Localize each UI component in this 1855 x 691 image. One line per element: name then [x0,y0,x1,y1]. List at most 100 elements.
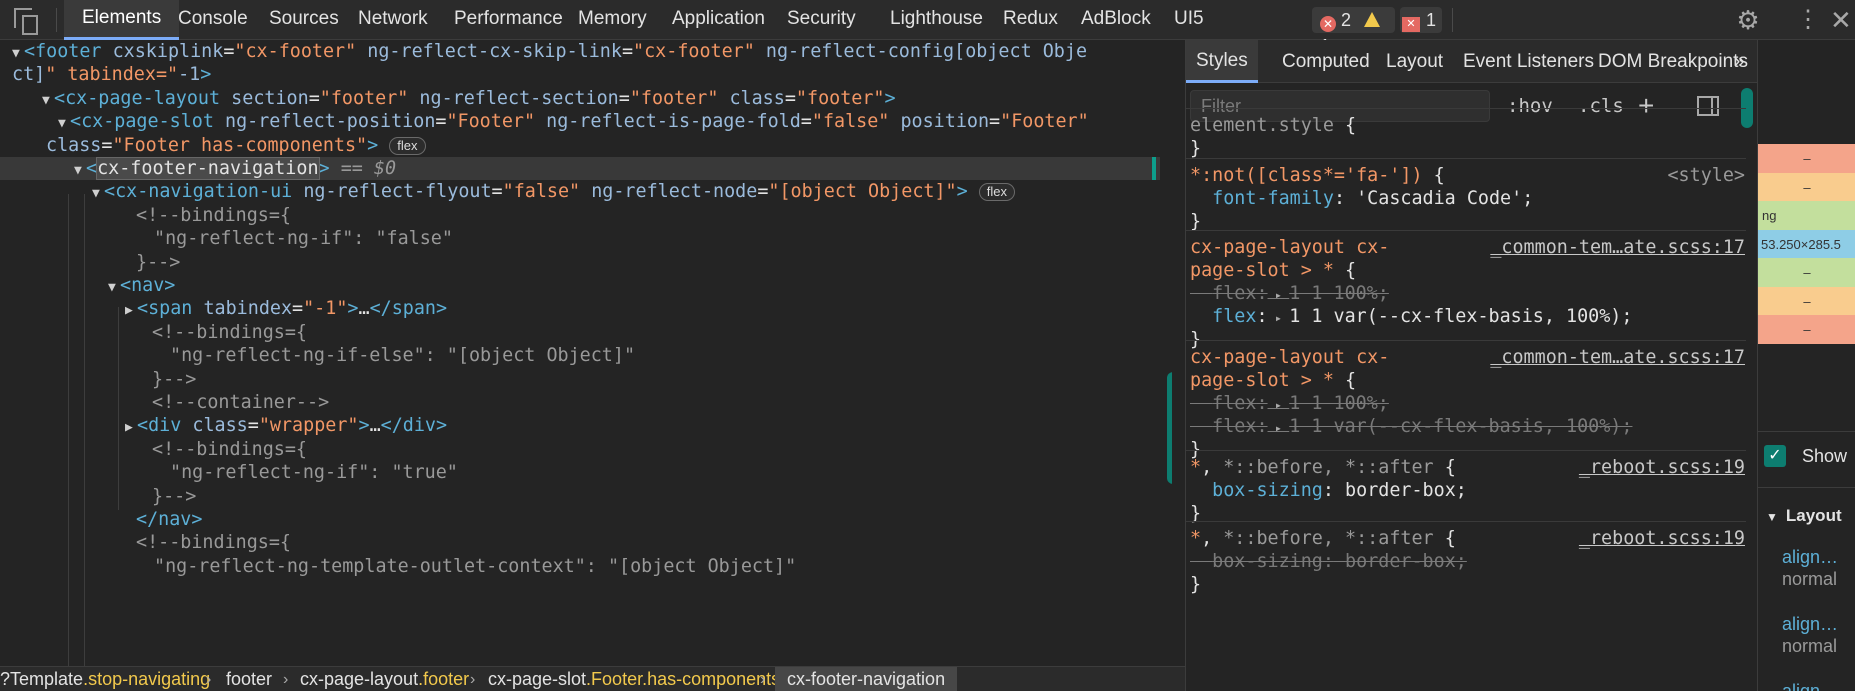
breadcrumb-item[interactable]: cx-page-slot.Footer.has-components [488,667,780,691]
tab-application[interactable]: Application [672,0,765,40]
dom-node-line[interactable]: ▶<span tabindex="-1">…</span><span tabin… [0,297,1160,320]
console-counts-badge[interactable]: ✕2 1 [1312,7,1395,56]
tab-network[interactable]: Network [358,0,428,40]
expand-toggle-icon[interactable]: ▼ [74,159,86,182]
settings-gear-icon[interactable]: ⚙ [1734,6,1762,34]
breadcrumb-item[interactable]: footer [226,667,272,691]
close-icon[interactable]: ✕ [1830,6,1852,34]
layout-section-header[interactable]: ▼ Layout [1766,506,1842,526]
expand-toggle-icon[interactable]: ▼ [12,42,24,65]
show-all-checkbox[interactable]: ✓ [1764,445,1786,467]
layout-prop[interactable]: align… normal [1782,613,1838,657]
style-declaration[interactable]: flex: ▸ 1 1 100%; [1190,282,1745,307]
dom-node-line[interactable]: }-->}--> [0,485,1160,508]
style-rule-divider [1186,108,1746,109]
style-rule-divider [1186,521,1746,522]
tab-styles[interactable]: Styles [1186,40,1258,83]
dom-node-line[interactable]: "ng-reflect-ng-template-outlet-context":… [0,555,1160,578]
tab-memory[interactable]: Memory [578,0,647,40]
tab-lighthouse[interactable]: Lighthouse [890,0,983,40]
tab-ui5[interactable]: UI5 [1174,0,1204,40]
breadcrumb-item[interactable]: cx-page-layout.footer [300,667,469,691]
style-rule-selector-cont: page-slot > * { [1190,260,1357,281]
dom-node-line[interactable]: ct]" tabindex="-1">ct]" tabindex="-1> [0,63,1160,86]
expand-toggle-icon[interactable]: ▼ [108,276,120,299]
toolbar-divider [1452,8,1453,32]
dom-node-line[interactable]: <!--bindings={<!--bindings={ [0,531,1160,554]
breadcrumb-item[interactable]: ?Template.stop-navigating [0,667,210,691]
dom-node-line[interactable]: </nav></nav> [0,508,1160,531]
dom-node-line[interactable]: }-->}--> [0,368,1160,391]
dom-node-line[interactable]: class="Footer has-components">class="Foo… [0,134,1160,157]
dom-node-line[interactable]: "ng-reflect-ng-if": "false""ng-reflect-n… [0,227,1160,250]
style-source-link[interactable]: _reboot.scss:19 [1579,456,1745,479]
expand-toggle-icon[interactable]: ▼ [92,182,104,205]
expand-toggle-icon[interactable]: ▼ [42,89,54,112]
dom-node-line[interactable]: "ng-reflect-ng-if-else": "[object Object… [0,344,1160,367]
dom-tree[interactable]: ▼ <footer cxskiplink="cx-footer" ng-refle… [0,40,1172,666]
tab-security[interactable]: Security [787,0,856,40]
dom-scrollbar-thumb[interactable] [1167,372,1172,484]
style-source-link[interactable]: _reboot.scss:19 [1579,527,1745,550]
style-rule-selector[interactable]: *:not([class*='fa-']) { [1190,164,1745,187]
tab-adblock[interactable]: AdBlock [1081,0,1151,40]
expand-toggle-icon[interactable]: ▼ [58,112,70,135]
dom-node-selected[interactable]: ▼cx-footer-navigation<cx-footer-navigati… [0,157,1160,182]
box-model-layer[interactable]: – [1758,258,1855,287]
show-all-label: Show [1802,446,1848,466]
dom-node-line[interactable]: ▼ <cx-page-slot ng-reflect-position="Foot… [0,110,1160,133]
breadcrumb-item[interactable]: cx-footer-navigation [775,667,958,691]
style-declaration[interactable]: flex: ▸ 1 1 var(--cx-flex-basis, 100%); [1190,305,1745,330]
style-source-link[interactable]: _common-tem…ate.scss:17 [1490,346,1745,369]
style-source-link[interactable]: <style> [1667,164,1745,187]
dom-node-line[interactable]: <!--bindings={<!--bindings={ [0,438,1160,461]
tab-layout[interactable]: Layout [1386,40,1443,83]
more-tabs-icon[interactable]: » [1734,40,1745,83]
issues-badge[interactable]: ✕ 1 [1400,7,1442,33]
tab-dom-breakpoints[interactable]: DOM Breakpoints [1598,40,1748,83]
tab-console[interactable]: Console [178,0,248,40]
layout-prop[interactable]: align…auto [1782,680,1838,691]
tab-redux[interactable]: Redux [1003,0,1058,40]
style-declaration[interactable]: flex: ▸ 1 1 var(--cx-flex-basis, 100%); [1190,415,1745,440]
style-declaration[interactable]: box-sizing: border-box; [1190,550,1745,573]
dom-node-line[interactable]: ▼ <cx-navigation-ui ng-reflect-flyout="fa… [0,180,1160,203]
tab-sources[interactable]: Sources [269,0,339,40]
style-source-link[interactable]: _common-tem…ate.scss:17 [1490,236,1745,259]
style-declaration[interactable]: box-sizing: border-box; [1190,479,1745,502]
dom-node-line[interactable]: ▼<nav><nav> [0,274,1160,297]
expand-toggle-icon[interactable]: ▶ [125,416,137,439]
inspect-element-icon[interactable] [14,8,40,35]
dom-node-line[interactable]: }-->}--> [0,251,1160,274]
style-declaration[interactable]: font-family: 'Cascadia Code'; [1190,187,1745,210]
dom-node-line[interactable]: ▼ <footer cxskiplink="cx-footer" ng-refle… [0,40,1160,63]
box-model-layer[interactable]: – [1758,172,1855,202]
tab-performance[interactable]: Performance [454,0,563,40]
box-model-layer[interactable]: ng [1758,201,1855,230]
error-icon: ✕ [1320,16,1336,32]
tab-computed[interactable]: Computed [1282,40,1370,83]
box-model-layer[interactable]: – [1758,144,1855,173]
flex-badge[interactable]: flex [389,136,426,155]
dom-node-line[interactable]: ▼ <cx-page-layout section="footer" ng-ref… [0,87,1160,110]
expand-toggle-icon[interactable]: ▶ [125,299,137,322]
flex-badge[interactable]: flex [978,183,1016,202]
style-declaration[interactable]: flex: ▸ 1 1 100%; [1190,392,1745,417]
style-rule-divider [1186,158,1746,159]
dom-node-line[interactable]: ▶<div class="wrapper">…</div><div class=… [0,414,1160,437]
dom-node-line[interactable]: <!--bindings={<!--bindings={ [0,321,1160,344]
dom-node-line[interactable]: "ng-reflect-ng-if": "true""ng-reflect-ng… [0,461,1160,484]
dom-node-line[interactable]: <!--bindings={<!--bindings={ [0,204,1160,227]
more-options-icon[interactable]: ⋮ [1796,6,1820,34]
box-model-layer[interactable]: – [1758,286,1855,316]
tab-elements[interactable]: Elements [64,0,180,40]
tab-event-listeners[interactable]: Event Listeners [1463,40,1594,83]
chevron-down-icon: ▼ [1766,510,1778,524]
box-model-layer[interactable]: 53.250×285.5 [1758,229,1855,259]
toggle-sidebar-icon[interactable] [1697,96,1719,116]
style-rule-selector[interactable]: element.style { [1190,114,1745,137]
dom-node-line[interactable]: <!--container--><!--container--> [0,391,1160,414]
chevron-right-icon: › [760,671,766,688]
box-model-layer[interactable]: – [1758,315,1855,344]
layout-prop[interactable]: align… normal [1782,546,1838,590]
